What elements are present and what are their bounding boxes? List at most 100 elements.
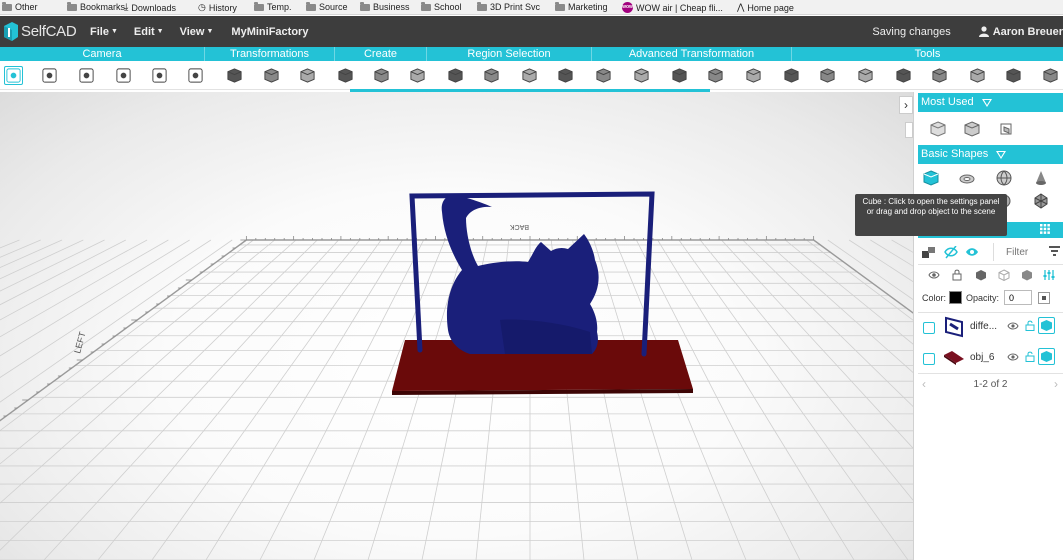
collapse-sidebar-button[interactable]: ›	[899, 96, 913, 114]
toolbar-button[interactable]	[706, 66, 725, 85]
toolbar-button[interactable]	[4, 66, 23, 85]
toolbar-button[interactable]	[782, 66, 801, 85]
toolbar-button[interactable]	[556, 66, 575, 85]
wireframe-column-icon[interactable]	[998, 269, 1010, 281]
toolbar-button[interactable]	[1004, 66, 1023, 85]
visibility-column-icon[interactable]	[928, 269, 940, 281]
object-checkbox[interactable]	[923, 353, 935, 365]
cat-model[interactable]	[441, 194, 599, 354]
user-menu[interactable]: Aaron Breuer	[978, 26, 1063, 38]
toolbar-button[interactable]	[968, 66, 987, 85]
shape-cone-button[interactable]	[1031, 168, 1051, 188]
toolbar-button[interactable]	[930, 66, 949, 85]
toolbar-button[interactable]	[408, 66, 427, 85]
grid-line	[721, 239, 913, 449]
show-all-icon[interactable]	[965, 246, 979, 259]
menu-edit[interactable]: Edit ▼	[134, 26, 164, 38]
shape-torus-button[interactable]	[957, 168, 977, 188]
group-objects-icon[interactable]	[922, 246, 936, 259]
lock-column-icon[interactable]	[951, 269, 963, 281]
category-tools[interactable]: Tools	[792, 47, 1063, 61]
color-swatch[interactable]	[949, 291, 962, 304]
bookmark-item[interactable]: Other	[2, 1, 38, 12]
toolbar-button[interactable]	[670, 66, 689, 85]
opacity-stepper[interactable]	[1038, 292, 1050, 304]
viewport[interactable]: BACK LEFT	[0, 92, 913, 560]
toolbar-button[interactable]	[744, 66, 763, 85]
toolbar-button[interactable]	[372, 66, 391, 85]
settings-sliders-icon[interactable]	[1043, 269, 1055, 281]
toolbar-button[interactable]	[336, 66, 355, 85]
toolbar-button[interactable]	[1041, 66, 1060, 85]
menu-myminifactory[interactable]: MyMiniFactory	[231, 26, 308, 38]
toolbar-button[interactable]	[594, 66, 613, 85]
toolbar-button[interactable]	[818, 66, 837, 85]
opacity-input[interactable]	[1004, 290, 1032, 305]
solid-column-icon[interactable]	[975, 269, 987, 281]
grid-line	[785, 239, 913, 345]
chevron-right-icon[interactable]: ›	[1054, 377, 1058, 391]
object-row[interactable]: obj_6	[918, 343, 1063, 373]
toolbar-button[interactable]	[186, 66, 205, 85]
object-row[interactable]: diffe...	[918, 312, 1063, 342]
most-used-box-icon[interactable]	[962, 119, 982, 139]
unlock-icon[interactable]	[1025, 320, 1035, 331]
toolbar-button[interactable]	[298, 66, 317, 85]
collapse-triangle-icon[interactable]	[996, 150, 1007, 159]
toolbar-button[interactable]	[225, 66, 244, 85]
eye-icon[interactable]	[1007, 321, 1019, 331]
solid-toggle-button[interactable]	[1038, 317, 1055, 334]
bookmark-item[interactable]: Marketing	[555, 1, 608, 12]
bookmark-item[interactable]: Business	[360, 1, 410, 12]
category-create[interactable]: Create	[335, 47, 427, 61]
shape-polyhedron-button[interactable]	[1031, 191, 1051, 211]
bookmark-item[interactable]: Temp.	[254, 1, 292, 12]
unlock-icon[interactable]	[1025, 351, 1035, 362]
toolbar-button[interactable]	[856, 66, 875, 85]
object-checkbox[interactable]	[923, 322, 935, 334]
toolbar-button[interactable]	[114, 66, 133, 85]
menu-view[interactable]: View ▼	[180, 26, 214, 38]
grid-line	[0, 239, 63, 268]
bookmark-item[interactable]: ⤓ Downloads	[124, 2, 176, 13]
eye-icon[interactable]	[1007, 352, 1019, 362]
toolbar-button[interactable]	[894, 66, 913, 85]
toolbar-button[interactable]	[262, 66, 281, 85]
app-logo[interactable]: SelfCAD	[0, 21, 84, 42]
grid-line	[636, 239, 801, 560]
toolbar-button[interactable]	[150, 66, 169, 85]
toolbar-button[interactable]	[482, 66, 501, 85]
filter-menu-icon[interactable]	[1049, 246, 1060, 258]
panel-toggle-button[interactable]	[905, 122, 913, 138]
category-region-selection[interactable]: Region Selection	[427, 47, 592, 61]
collapse-triangle-icon[interactable]	[981, 98, 992, 107]
bookmark-item[interactable]: Source	[306, 1, 348, 12]
basic-shapes-header[interactable]: Basic Shapes	[918, 145, 1063, 164]
bookmark-item[interactable]: School	[421, 1, 462, 12]
solid-toggle-button[interactable]	[1038, 348, 1055, 365]
bookmark-item[interactable]: 3D Print Svc	[477, 1, 540, 12]
menu-file[interactable]: File ▼	[90, 26, 118, 38]
shape-sphere-button[interactable]	[994, 168, 1014, 188]
toolbar-button[interactable]	[632, 66, 651, 85]
filter-input[interactable]	[993, 243, 1043, 261]
toolbar-button[interactable]	[77, 66, 96, 85]
category-camera[interactable]: Camera	[0, 47, 205, 61]
scene-canvas[interactable]: BACK LEFT	[0, 92, 913, 560]
toolbar-button[interactable]	[40, 66, 59, 85]
most-used-cube-icon[interactable]	[928, 119, 948, 139]
bookmark-item[interactable]: Bookmarks	[67, 1, 125, 12]
most-used-header[interactable]: Most Used	[918, 93, 1063, 112]
hide-all-icon[interactable]	[944, 246, 958, 259]
bookmark-item[interactable]: ◷ History	[198, 2, 237, 13]
cube-column-icon[interactable]	[1021, 269, 1033, 281]
category-advanced-transformation[interactable]: Advanced Transformation	[592, 47, 792, 61]
toolbar-button[interactable]	[446, 66, 465, 85]
toolbar-button[interactable]	[520, 66, 539, 85]
shape-cube-button[interactable]	[921, 168, 941, 188]
bookmark-item[interactable]: ⋀ Home page	[737, 2, 794, 13]
category-transformations[interactable]: Transformations	[205, 47, 335, 61]
bookmark-item[interactable]: wow WOW air | Cheap fli...	[622, 2, 723, 13]
grid-view-icon[interactable]	[1040, 224, 1050, 234]
most-used-scale-icon[interactable]	[996, 119, 1016, 139]
